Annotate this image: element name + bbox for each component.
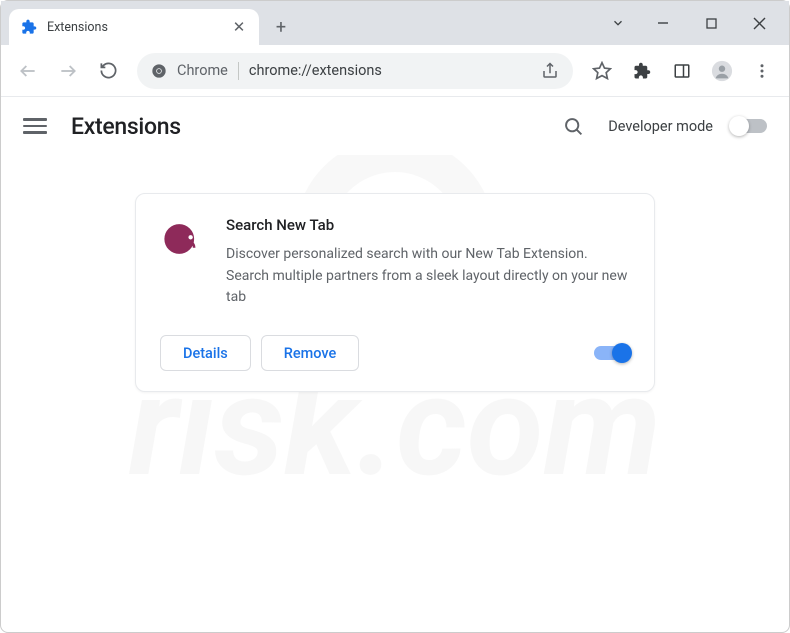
browser-tab[interactable]: Extensions ✕ [9,9,259,45]
extensions-icon[interactable] [625,54,659,88]
details-button[interactable]: Details [160,335,251,371]
omnibox-prefix: Chrome [177,62,228,79]
omnibox-divider [238,62,239,80]
maximize-button[interactable] [689,7,733,39]
extension-name: Search New Tab [226,216,630,234]
extension-favicon-icon [21,19,37,35]
hamburger-menu-icon[interactable] [23,114,47,138]
developer-mode-label: Developer mode [608,118,713,135]
window-controls [599,1,789,45]
extension-logo-icon [160,218,202,260]
profile-icon[interactable] [705,54,739,88]
minimize-button[interactable] [641,7,685,39]
bookmark-icon[interactable] [585,54,619,88]
extension-description: Discover personalized search with our Ne… [226,244,630,309]
menu-icon[interactable] [745,54,779,88]
window-titlebar: Extensions ✕ + [1,1,789,45]
chrome-icon [151,63,167,79]
address-bar[interactable]: Chrome chrome://extensions [137,53,573,89]
close-tab-icon[interactable]: ✕ [231,19,247,35]
omnibox-url: chrome://extensions [249,62,531,79]
sidepanel-icon[interactable] [665,54,699,88]
share-icon[interactable] [541,62,559,80]
remove-button[interactable]: Remove [261,335,360,371]
search-extensions-icon[interactable] [556,109,590,143]
close-window-button[interactable] [737,7,781,39]
tab-title: Extensions [47,20,221,35]
reload-button[interactable] [91,54,125,88]
tab-search-icon[interactable] [599,7,637,39]
extensions-content: Search New Tab Discover personalized sea… [1,155,789,392]
page-title: Extensions [71,113,181,140]
extension-card: Search New Tab Discover personalized sea… [135,193,655,392]
developer-mode-toggle[interactable] [731,119,767,133]
extension-enabled-toggle[interactable] [594,346,630,360]
browser-toolbar: Chrome chrome://extensions [1,45,789,97]
back-button[interactable] [11,54,45,88]
new-tab-button[interactable]: + [267,13,295,41]
forward-button[interactable] [51,54,85,88]
extensions-header: Extensions Developer mode [1,97,789,155]
